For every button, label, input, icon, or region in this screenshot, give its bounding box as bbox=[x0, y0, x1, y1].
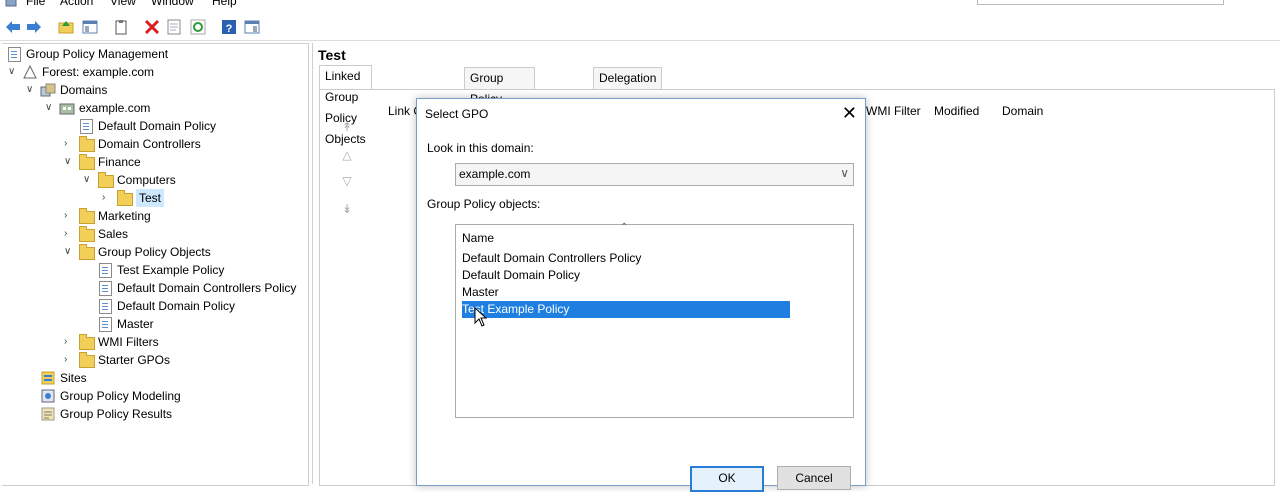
console-tree-icon[interactable] bbox=[243, 18, 261, 36]
help-icon[interactable]: ? bbox=[220, 18, 238, 36]
starter-folder-icon bbox=[78, 352, 95, 368]
svg-text:?: ? bbox=[226, 23, 233, 35]
gpm-icon bbox=[6, 46, 22, 62]
mouse-cursor-icon bbox=[474, 306, 488, 327]
chevron-down-icon[interactable]: ∨ bbox=[8, 63, 18, 81]
look-in-label: Look in this domain: bbox=[427, 141, 534, 155]
sites-icon bbox=[40, 370, 56, 386]
show-hide-tree-icon[interactable] bbox=[81, 18, 99, 36]
chevron-right-icon[interactable]: › bbox=[64, 333, 74, 351]
move-top-icon[interactable]: ↟ bbox=[340, 120, 354, 134]
ou-folder-icon bbox=[116, 190, 133, 206]
gpo-icon bbox=[97, 316, 113, 332]
results-icon bbox=[40, 406, 56, 422]
chevron-right-icon[interactable]: › bbox=[64, 225, 74, 243]
chevron-down-icon[interactable]: ∨ bbox=[45, 99, 55, 117]
forward-arrow-icon[interactable] bbox=[25, 18, 43, 36]
refresh-icon[interactable] bbox=[189, 18, 207, 36]
list-item-selected[interactable]: Test Example Policy bbox=[462, 301, 790, 318]
list-item[interactable]: Default Domain Policy bbox=[462, 267, 790, 284]
forest-icon bbox=[22, 64, 38, 80]
ou-folder-icon bbox=[97, 172, 114, 188]
chevron-right-icon[interactable]: › bbox=[64, 207, 74, 225]
column-name[interactable]: Name bbox=[462, 231, 494, 245]
gpo-folder-icon bbox=[78, 244, 95, 260]
ok-button[interactable]: OK bbox=[690, 466, 764, 492]
gpo-link-icon bbox=[78, 118, 94, 134]
properties-icon[interactable] bbox=[165, 18, 183, 36]
list-item[interactable]: Default Domain Controllers Policy bbox=[462, 250, 790, 267]
chevron-down-icon[interactable]: ∨ bbox=[64, 153, 74, 171]
chevron-down-icon[interactable]: ∨ bbox=[840, 166, 849, 180]
chevron-right-icon[interactable]: › bbox=[64, 135, 74, 153]
gpo-icon bbox=[97, 280, 113, 296]
dialog-title: Select GPO bbox=[425, 107, 489, 121]
domain-select[interactable]: example.com ∨ bbox=[455, 163, 854, 186]
chevron-right-icon[interactable]: › bbox=[102, 189, 112, 207]
cancel-button[interactable]: Cancel bbox=[777, 466, 851, 490]
select-gpo-dialog: Select GPO ✕ Look in this domain: exampl… bbox=[416, 98, 866, 492]
tab-inheritance[interactable]: Group Policy Inheritance bbox=[464, 67, 536, 127]
list-item[interactable]: Master bbox=[462, 284, 790, 301]
move-bottom-icon[interactable]: ↡ bbox=[340, 202, 354, 216]
tab-linked-gpos[interactable]: Linked Group Policy Objects bbox=[319, 65, 372, 146]
toolbar: ? bbox=[0, 14, 1280, 41]
ou-folder-icon bbox=[78, 208, 95, 224]
delete-icon[interactable] bbox=[143, 18, 161, 36]
page-title: Test bbox=[318, 47, 346, 63]
gpo-list[interactable]: ⌃ Name Default Domain Controllers Policy… bbox=[455, 222, 854, 418]
menu-file[interactable]: File bbox=[26, 0, 45, 8]
gpo-list-label: Group Policy objects: bbox=[427, 197, 541, 211]
domains-icon bbox=[40, 82, 56, 98]
clipboard-icon[interactable] bbox=[112, 18, 130, 36]
chevron-down-icon[interactable]: ∨ bbox=[83, 171, 93, 189]
app-icon bbox=[4, 0, 18, 11]
back-arrow-icon[interactable] bbox=[4, 18, 22, 36]
column-wmi-filter[interactable]: WMI Filter bbox=[866, 104, 921, 118]
close-icon[interactable]: ✕ bbox=[842, 103, 857, 124]
column-modified[interactable]: Modified bbox=[934, 104, 979, 118]
ou-folder-icon bbox=[78, 154, 95, 170]
move-down-icon[interactable]: ▽ bbox=[340, 174, 354, 188]
gpo-icon bbox=[97, 298, 113, 314]
menu-window[interactable]: Window bbox=[151, 0, 194, 8]
window-caption-area bbox=[977, 0, 1224, 5]
gpo-icon bbox=[97, 262, 113, 278]
domain-icon bbox=[59, 100, 75, 116]
tab-delegation[interactable]: Delegation bbox=[593, 67, 663, 89]
sort-ascending-icon: ⌃ bbox=[620, 222, 629, 233]
chevron-down-icon[interactable]: ∨ bbox=[26, 81, 36, 99]
menu-view[interactable]: View bbox=[110, 0, 136, 8]
move-up-icon[interactable]: △ bbox=[340, 148, 354, 162]
column-domain[interactable]: Domain bbox=[1002, 104, 1043, 118]
wmi-folder-icon bbox=[78, 334, 95, 350]
ou-folder-icon bbox=[78, 136, 95, 152]
chevron-down-icon[interactable]: ∨ bbox=[64, 243, 74, 261]
chevron-right-icon[interactable]: › bbox=[64, 351, 74, 369]
ou-folder-icon bbox=[78, 226, 95, 242]
domain-select-value: example.com bbox=[459, 167, 531, 181]
up-folder-icon[interactable] bbox=[57, 18, 75, 36]
menu-action[interactable]: Action bbox=[60, 0, 93, 8]
console-tree: Group Policy Management ∨ Forest: exampl… bbox=[2, 43, 309, 486]
menu-help[interactable]: Help bbox=[212, 0, 237, 8]
modeling-icon bbox=[40, 388, 56, 404]
